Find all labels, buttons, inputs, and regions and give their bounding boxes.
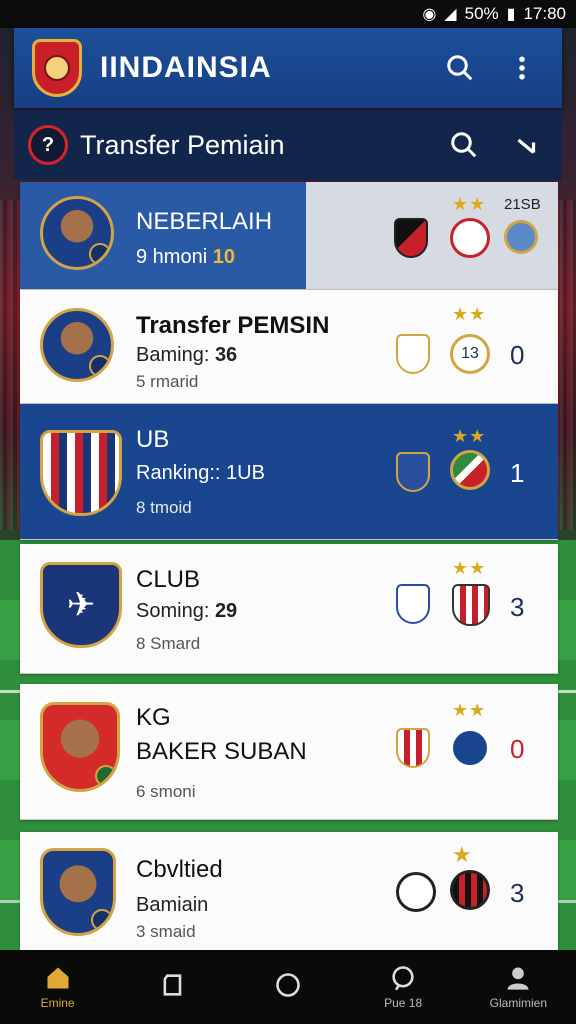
score: 0 <box>510 734 525 764</box>
player-name: Transfer PEMSIN <box>136 312 330 339</box>
collapse-button[interactable] <box>504 123 548 167</box>
list-item[interactable]: KG BAKER SUBAN 6 smoni ★★ 0 <box>20 684 558 820</box>
club-sub: 8 Smard <box>136 634 201 653</box>
status-bar: ◉ ◢ 50% ▮ 17:80 <box>0 0 576 28</box>
player-stat: 9 hmoni 10 <box>136 246 235 268</box>
club-logo <box>450 450 490 490</box>
rating-stars: ★ <box>452 842 473 867</box>
club-logo <box>450 218 490 258</box>
player-sub: 3 smaid <box>136 922 196 941</box>
club-shield <box>396 452 430 492</box>
nav-label: Emine <box>40 996 75 1010</box>
club-badge <box>91 909 113 931</box>
club-name: UB <box>136 426 170 453</box>
list-item[interactable]: NEBERLAIH 9 hmoni 10 ★★ 21SB <box>20 182 558 290</box>
score: 0 <box>510 340 525 370</box>
club-shield <box>396 334 430 374</box>
bird-icon: ✈ <box>66 586 96 624</box>
score: 3 <box>510 878 525 908</box>
bottom-navigation: Emine Pue 18 Glamimien <box>0 950 576 1024</box>
player-avatar <box>40 196 114 270</box>
list-item[interactable]: Transfer PEMSIN Baming: 36 5 rmarid ★★ 1… <box>20 290 558 404</box>
battery-text: 50% <box>464 4 499 23</box>
rating-stars: ★★ <box>452 426 487 446</box>
app-logo <box>32 39 82 97</box>
score: 3 <box>510 592 525 622</box>
battery-icon: ▮ <box>506 6 516 23</box>
player-sub: 5 rmarid <box>136 372 199 391</box>
arrow-icon <box>517 138 536 154</box>
club-shield <box>396 728 430 768</box>
club-logo <box>504 220 538 254</box>
club-shield <box>394 218 428 258</box>
rating-stars: ★★ <box>452 304 487 324</box>
search-button[interactable] <box>438 46 482 90</box>
app-title: IINDAINSIA <box>100 51 272 84</box>
alarm-icon: ◉ <box>422 6 437 23</box>
club-logo <box>450 870 490 910</box>
player-avatar <box>40 702 120 792</box>
player-name: Cbvltied <box>136 856 223 883</box>
club-logo <box>396 872 436 912</box>
clock: 17:80 <box>523 4 566 23</box>
player-avatar <box>40 848 116 936</box>
home-icon <box>47 967 69 989</box>
player-name-line2: BAKER SUBAN <box>136 738 307 765</box>
club-shield <box>452 584 490 626</box>
user-icon <box>507 967 529 990</box>
more-vertical-icon <box>519 56 525 80</box>
club-crest <box>40 430 122 516</box>
club-badge <box>95 765 117 787</box>
search-icon <box>451 132 477 158</box>
corner-label: 21SB <box>504 196 541 213</box>
nav-profile[interactable]: Glamimien <box>468 964 568 1010</box>
nav-home[interactable]: Emine <box>8 964 108 1010</box>
club-logo: 13 <box>450 334 490 374</box>
rating-stars: ★★ <box>452 700 487 720</box>
section-logo: ? <box>28 125 68 165</box>
list-item[interactable]: UB Ranking:: 1UB 8 tmoid ★★ 1 <box>20 404 558 540</box>
club-name: CLUB <box>136 566 201 593</box>
nav-cards[interactable] <box>123 971 223 1003</box>
more-menu-button[interactable] <box>500 46 544 90</box>
club-ranking: Ranking:: 1UB <box>136 462 265 484</box>
list-item[interactable]: ✈ CLUB Soming: 29 8 Smard ★★ 3 <box>20 544 558 674</box>
player-avatar <box>40 308 114 382</box>
section-title: Transfer Pemiain <box>80 129 285 160</box>
nav-label: Glamimien <box>489 996 548 1010</box>
club-stat: Soming: 29 <box>136 600 238 622</box>
section-search-button[interactable] <box>442 123 486 167</box>
club-badge <box>89 243 111 265</box>
circle-icon <box>276 973 300 997</box>
player-stat: Bamiain <box>136 894 209 916</box>
section-header: ? Transfer Pemiain <box>14 110 562 180</box>
nav-label: Pue 18 <box>384 996 423 1010</box>
club-crest: ✈ <box>40 562 122 648</box>
search-icon <box>447 55 473 81</box>
club-shield <box>396 584 430 624</box>
club-sub: 8 tmoid <box>136 498 192 517</box>
player-name: KG <box>136 704 171 731</box>
player-sub: 6 smoni <box>136 782 196 801</box>
nav-center[interactable] <box>238 971 338 1003</box>
signal-icon: ◢ <box>444 6 457 23</box>
card-icon <box>163 974 182 996</box>
list-item[interactable]: Cbvltied Bamiain 3 smaid ★ 3 <box>20 832 558 952</box>
rating-stars: ★★ <box>452 558 487 578</box>
nav-chat[interactable]: Pue 18 <box>353 964 453 1010</box>
rating-stars: ★★ <box>452 194 487 214</box>
score: 1 <box>510 458 525 488</box>
club-badge <box>89 355 111 377</box>
player-stat: Baming: 36 <box>136 344 238 366</box>
app-header: IINDAINSIA <box>14 28 562 108</box>
player-name: NEBERLAIH <box>136 208 273 235</box>
club-logo <box>450 728 490 768</box>
chat-icon <box>392 966 414 991</box>
